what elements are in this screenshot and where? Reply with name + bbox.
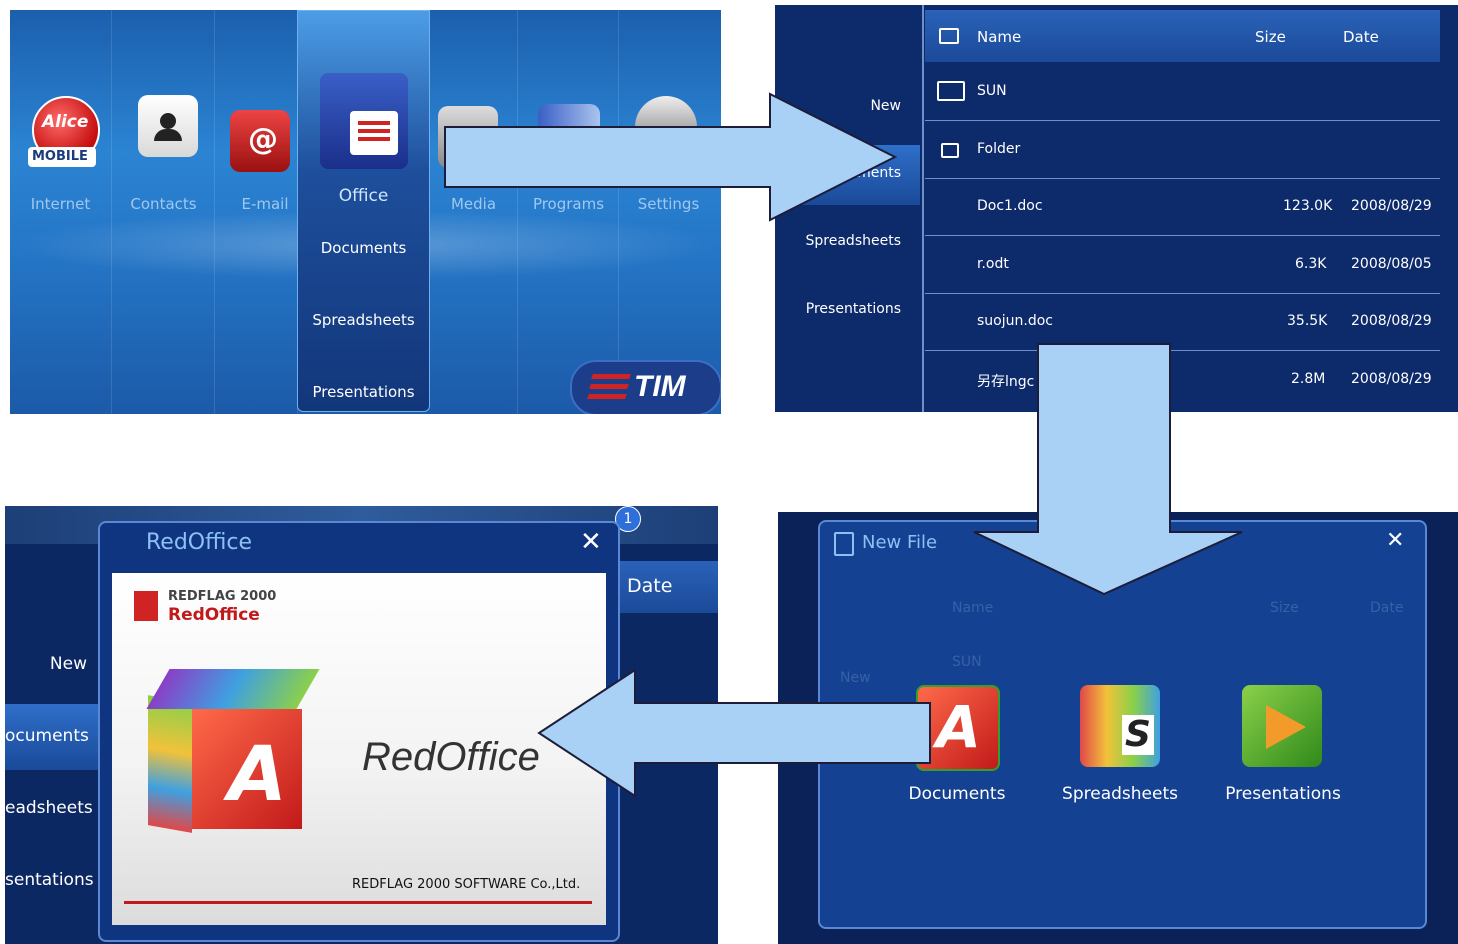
sidebar-item-new[interactable]: New — [5, 654, 87, 674]
file-size: 2.8M — [1291, 371, 1326, 387]
arrow-right — [444, 92, 898, 222]
file-size: 123.0K — [1283, 198, 1333, 214]
option-label-presentations[interactable]: Presentations — [1208, 784, 1358, 804]
close-icon[interactable]: ✕ — [1386, 528, 1404, 553]
redflag-logo-icon — [134, 591, 158, 621]
submenu-spreadsheets[interactable]: Spreadsheets — [298, 311, 429, 329]
submenu-presentations[interactable]: Presentations — [298, 383, 429, 401]
file-date: 2008/08/29 — [1351, 313, 1432, 329]
sidebar-divider — [922, 5, 924, 412]
file-row-folder[interactable]: Folder — [925, 121, 1440, 179]
redoffice-cube-icon: A — [146, 669, 320, 833]
menu-label-internet[interactable]: Internet — [10, 195, 111, 213]
dialog-title: RedOffice — [146, 530, 253, 555]
divider — [124, 901, 592, 904]
column-header-name[interactable]: Name — [977, 28, 1021, 46]
file-name: r.odt — [977, 256, 1009, 272]
sidebar-item-presentations[interactable]: sentations — [5, 870, 94, 890]
column-header-date[interactable]: Date — [619, 561, 718, 613]
dialog-title: New File — [862, 532, 938, 553]
menu-column-office[interactable]: Office Documents Spreadsheets Presentati… — [297, 10, 430, 412]
file-date: 2008/08/29 — [1351, 371, 1432, 387]
product-name: RedOffice — [362, 735, 540, 779]
sidebar-item-spreadsheets[interactable]: eadsheets — [5, 798, 93, 818]
file-row[interactable]: Doc1.doc 123.0K 2008/08/29 — [925, 178, 1440, 236]
folder-icon — [939, 28, 959, 44]
brand-small-text: REDFLAG 2000 — [168, 589, 277, 604]
option-label-spreadsheets[interactable]: Spreadsheets — [1045, 784, 1195, 804]
menu-label-contacts[interactable]: Contacts — [113, 195, 214, 213]
brand-name-text: RedOffice — [168, 605, 260, 625]
file-row-sun[interactable]: SUN — [925, 63, 1440, 121]
ghost-column-name: Name — [952, 600, 994, 616]
file-date: 2008/08/29 — [1351, 198, 1432, 214]
tim-logo-text: TIM — [634, 370, 686, 403]
menu-label-email[interactable]: E-mail — [215, 195, 315, 213]
file-name: Folder — [977, 141, 1021, 157]
file-row[interactable]: r.odt 6.3K 2008/08/05 — [925, 236, 1440, 294]
folder-icon — [941, 143, 959, 158]
file-size: 35.5K — [1287, 313, 1328, 329]
column-header-size[interactable]: Size — [1255, 28, 1286, 46]
file-name: SUN — [977, 83, 1007, 99]
column-header-date[interactable]: Date — [1343, 28, 1379, 46]
alice-mobile-text: MOBILE — [32, 149, 88, 164]
sidebar-item-documents[interactable]: ocuments — [5, 726, 89, 746]
submenu-documents[interactable]: Documents — [298, 239, 429, 257]
sidebar-item-presentations[interactable]: Presentations — [806, 301, 901, 317]
computer-icon — [937, 81, 965, 101]
alice-logo-text: Alice — [42, 112, 89, 132]
close-icon[interactable]: ✕ — [580, 527, 602, 557]
file-size: 6.3K — [1295, 256, 1327, 272]
menu-label-office[interactable]: Office — [298, 186, 429, 206]
tim-logo: TIM — [570, 360, 721, 414]
spreadsheets-icon[interactable]: S — [1080, 685, 1160, 767]
arrow-left — [537, 668, 931, 798]
file-name: suojun.doc — [977, 313, 1053, 329]
email-icon: @ — [230, 110, 290, 172]
ghost-row-sun: SUN — [952, 654, 982, 670]
file-list-header: Name Size Date — [925, 10, 1440, 62]
sidebar-item-spreadsheets[interactable]: Spreadsheets — [806, 233, 901, 249]
ghost-column-size: Size — [1270, 600, 1299, 616]
alice-mobile-badge: MOBILE — [28, 147, 96, 167]
company-text: REDFLAG 2000 SOFTWARE Co.,Ltd. — [352, 877, 581, 892]
ghost-column-date: Date — [1370, 600, 1404, 616]
file-date: 2008/08/05 — [1351, 256, 1432, 272]
file-name: Doc1.doc — [977, 198, 1043, 214]
column-header-date-label: Date — [627, 575, 673, 597]
new-file-icon — [834, 532, 854, 556]
presentations-icon[interactable] — [1242, 685, 1322, 767]
contacts-icon — [138, 95, 198, 157]
splash-image: REDFLAG 2000 RedOffice A RedOffice REDFL… — [112, 573, 606, 925]
office-folder-icon — [320, 73, 408, 169]
arrow-down — [973, 343, 1243, 596]
